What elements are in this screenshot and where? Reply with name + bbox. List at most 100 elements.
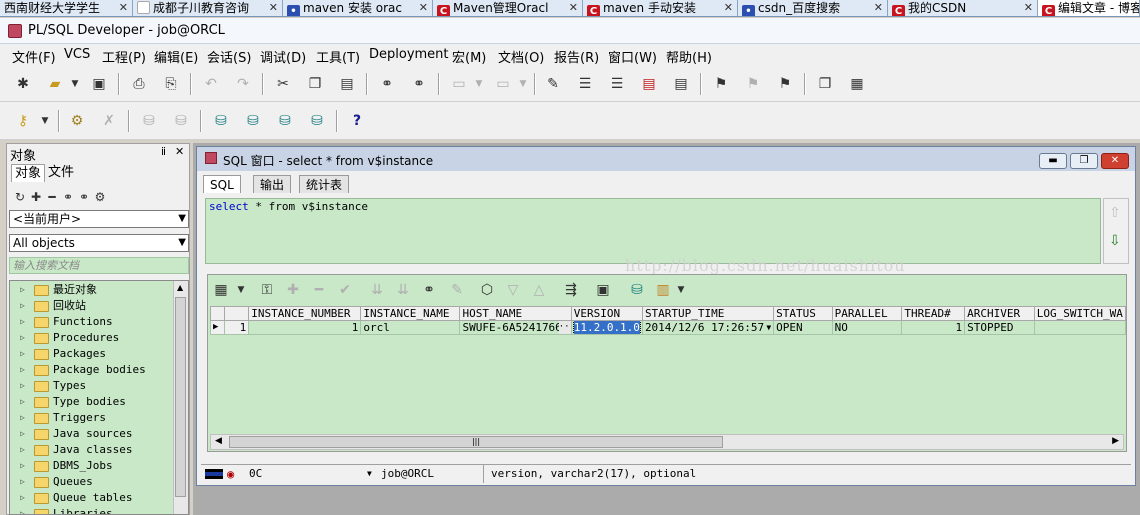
expand-icon[interactable]: ▷ — [20, 330, 25, 346]
connection-icon[interactable]: ⇶ — [562, 281, 580, 299]
expand-icon[interactable]: ▷ — [20, 314, 25, 330]
unindent-icon[interactable]: ▭ — [494, 75, 512, 93]
commit-icon[interactable]: ⛁ — [140, 112, 158, 130]
expand-icon[interactable]: ▷ — [20, 474, 25, 490]
session-icon[interactable]: ◉ — [227, 465, 234, 483]
expand-icon[interactable]: ▷ — [20, 426, 25, 442]
column-header[interactable]: LOG_SWITCH_WA — [1033, 306, 1127, 321]
chevron-down-icon[interactable]: ▼ — [470, 75, 488, 93]
expand-icon[interactable]: ▷ — [20, 442, 25, 458]
break-icon[interactable]: ✗ — [100, 112, 118, 130]
column-header[interactable]: INSTANCE_NUMBER — [248, 306, 362, 321]
next-record-icon[interactable]: ▽ — [504, 281, 522, 299]
scroll-thumb[interactable] — [175, 297, 186, 497]
sql-database-icon[interactable]: ⛁ — [244, 112, 262, 130]
database-log-icon[interactable]: ⛁ — [212, 112, 230, 130]
tree-item[interactable]: ▷ Type bodies — [10, 394, 175, 410]
tree-item[interactable]: ▷ Queue tables — [10, 490, 175, 506]
column-header[interactable]: VERSION — [570, 306, 643, 321]
post-changes-icon[interactable]: ✔ — [336, 281, 354, 299]
menu-macro[interactable]: 宏(M) — [452, 47, 486, 66]
save-results-icon[interactable]: ▣ — [594, 281, 612, 299]
close-icon[interactable]: ✕ — [569, 0, 578, 16]
clear-record-icon[interactable]: ✎ — [448, 281, 466, 299]
chevron-down-icon[interactable]: ▼ — [766, 322, 771, 334]
menu-session[interactable]: 会话(S) — [207, 47, 251, 66]
close-button[interactable]: ✕ — [1101, 153, 1129, 169]
cell-archiver[interactable]: STOPPED — [964, 320, 1035, 335]
chart-icon[interactable]: ▥ — [654, 281, 672, 299]
copy-icon[interactable]: ❐ — [306, 75, 324, 93]
expand-icon[interactable]: ▷ — [20, 458, 25, 474]
find-next-icon[interactable]: ⚭ — [410, 75, 428, 93]
maximize-button[interactable]: ❐ — [1070, 153, 1098, 169]
tab-output[interactable]: 输出 — [253, 175, 292, 193]
expand-icon[interactable]: ▷ — [20, 346, 25, 362]
paste-icon[interactable]: ▤ — [338, 75, 356, 93]
tree-item[interactable]: ▷ Java classes — [10, 442, 175, 458]
menu-window[interactable]: 窗口(W) — [608, 47, 657, 66]
minimize-button[interactable]: ▬ — [1039, 153, 1067, 169]
grid-horizontal-scrollbar[interactable]: ◀ ||| ▶ — [210, 434, 1124, 450]
menu-project[interactable]: 工程(P) — [102, 47, 146, 66]
tree-item[interactable]: ▷ 回收站 — [10, 298, 175, 314]
chevron-down-icon[interactable]: ▼ — [66, 75, 84, 93]
status-connection[interactable]: job@ORCL — [381, 465, 434, 483]
tab-objects[interactable]: 对象 — [11, 164, 46, 182]
print-preview-icon[interactable]: ⎘ — [162, 75, 180, 93]
tree-item[interactable]: ▷ Triggers — [10, 410, 175, 426]
undo-icon[interactable]: ↶ — [202, 75, 220, 93]
object-filter-input[interactable]: 输入搜索文档 — [9, 257, 189, 274]
pin-icon[interactable]: ⅱ — [161, 145, 166, 158]
expand-icon[interactable]: ▷ — [20, 394, 25, 410]
database-explain-icon[interactable]: ⛁ — [276, 112, 294, 130]
column-header[interactable]: ARCHIVER — [964, 306, 1035, 321]
menu-file[interactable]: 文件(F) — [12, 47, 56, 66]
sql-editor[interactable]: select * from v$instance — [205, 198, 1101, 264]
export-database-icon[interactable]: ⛁ — [628, 281, 646, 299]
scroll-up-icon[interactable]: ▲ — [177, 283, 183, 292]
uncomment-icon[interactable]: ▤ — [672, 75, 690, 93]
document-edit-icon[interactable]: ✎ — [544, 75, 562, 93]
expand-icon[interactable]: ▷ — [20, 362, 25, 378]
indent-icon[interactable]: ▭ — [450, 75, 468, 93]
key-icon[interactable]: ⚷ — [14, 112, 32, 130]
close-icon[interactable]: ✕ — [269, 0, 278, 16]
compile-icon[interactable]: ⚑ — [712, 75, 730, 93]
test-icon[interactable]: ⚑ — [776, 75, 794, 93]
database-session-icon[interactable]: ⛁ — [308, 112, 326, 130]
cell-version[interactable]: 11.2.0.1.0 — [570, 320, 643, 335]
close-icon[interactable]: ✕ — [1024, 0, 1033, 16]
tree-item[interactable]: ▷ 最近对象 — [10, 282, 175, 298]
delete-record-icon[interactable]: ━ — [310, 281, 328, 299]
browser-tab[interactable]: Cmaven 手动安装 ✕ — [583, 0, 738, 16]
tree-item[interactable]: ▷ Types — [10, 378, 175, 394]
expand-icon[interactable]: ▷ — [20, 410, 25, 426]
save-icon[interactable]: ▣ — [90, 75, 108, 93]
outdent-lines-icon[interactable]: ☰ — [608, 75, 626, 93]
chevron-down-icon[interactable]: ▼ — [36, 112, 54, 130]
user-select[interactable]: <当前用户> ▼ — [9, 210, 189, 228]
tab-files[interactable]: 文件 — [45, 164, 77, 182]
fetch-last-icon[interactable]: ⇊ — [394, 281, 412, 299]
browser-tab[interactable]: • maven 安装 orac ✕ — [283, 0, 433, 16]
scroll-thumb[interactable]: ||| — [229, 436, 723, 448]
cell-thread[interactable]: 1 — [901, 320, 966, 335]
redo-icon[interactable]: ↷ — [234, 75, 252, 93]
expand-icon[interactable]: ▷ — [20, 490, 25, 506]
close-icon[interactable]: ✕ — [874, 0, 883, 16]
menu-vcs[interactable]: VCS — [64, 47, 90, 62]
cell-startup-time[interactable]: 2014/12/6 17:26:57 ▼ — [641, 320, 775, 335]
chevron-down-icon[interactable]: ▼ — [514, 75, 532, 93]
chevron-down-icon[interactable]: ▼ — [367, 465, 372, 483]
help-icon[interactable]: ? — [348, 112, 366, 130]
print-icon[interactable]: ⎙ — [130, 75, 148, 93]
arrow-down-icon[interactable]: ⇩ — [1109, 233, 1121, 249]
browser-tab[interactable]: 成都子川教育咨询 ✕ — [133, 0, 283, 16]
browser-tab[interactable]: C 我的CSDN ✕ — [888, 0, 1038, 16]
chevron-down-icon[interactable]: ▼ — [672, 281, 690, 299]
tree-item[interactable]: ▷ Package bodies — [10, 362, 175, 378]
grid-select-icon[interactable]: ▦ — [212, 281, 230, 299]
menu-debug[interactable]: 调试(D) — [260, 47, 306, 66]
menu-tools[interactable]: 工具(T) — [316, 47, 360, 66]
